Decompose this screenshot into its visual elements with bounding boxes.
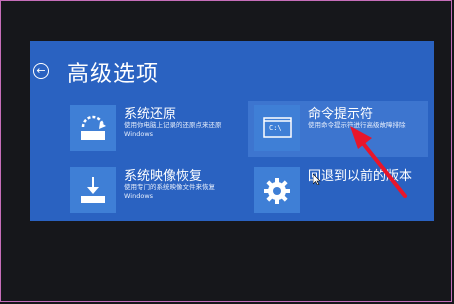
gear-icon (254, 167, 300, 213)
tile-system-image-recovery[interactable]: 系统映像恢复 使用专门的系统映像文件来恢复 Windows (64, 163, 244, 219)
tile-title: 系统映像恢复 (124, 169, 203, 184)
tile-command-prompt[interactable]: C:\ 命令提示符 使用命令提示符进行高级故障排除 (248, 101, 428, 157)
system-image-recovery-icon (70, 167, 116, 213)
advanced-options-screen: ← 高级选项 系统还原 使用你电脑上记录的还原点来还原 Windows C:\ … (30, 41, 434, 221)
tile-description: 使用专门的系统映像文件来恢复 Windows (124, 183, 215, 200)
command-prompt-icon-text: C:\ (269, 124, 282, 132)
screenshot-frame: ← 高级选项 系统还原 使用你电脑上记录的还原点来还原 Windows C:\ … (0, 0, 452, 302)
system-restore-icon (70, 105, 116, 151)
tile-title: 系统还原 (124, 107, 177, 122)
tile-title: 回退到以前的版本 (308, 169, 413, 184)
tile-description: 使用命令提示符进行高级故障排除 (308, 121, 406, 129)
tile-go-back-previous-version[interactable]: 回退到以前的版本 (248, 163, 428, 219)
back-arrow-icon[interactable]: ← (33, 63, 49, 79)
tile-description: 使用你电脑上记录的还原点来还原 Windows (124, 121, 222, 138)
tile-system-restore[interactable]: 系统还原 使用你电脑上记录的还原点来还原 Windows (64, 101, 244, 157)
mouse-cursor-icon (313, 174, 321, 185)
tile-title: 命令提示符 (308, 107, 374, 122)
command-prompt-icon: C:\ (254, 105, 300, 151)
page-title: 高级选项 (67, 62, 160, 87)
